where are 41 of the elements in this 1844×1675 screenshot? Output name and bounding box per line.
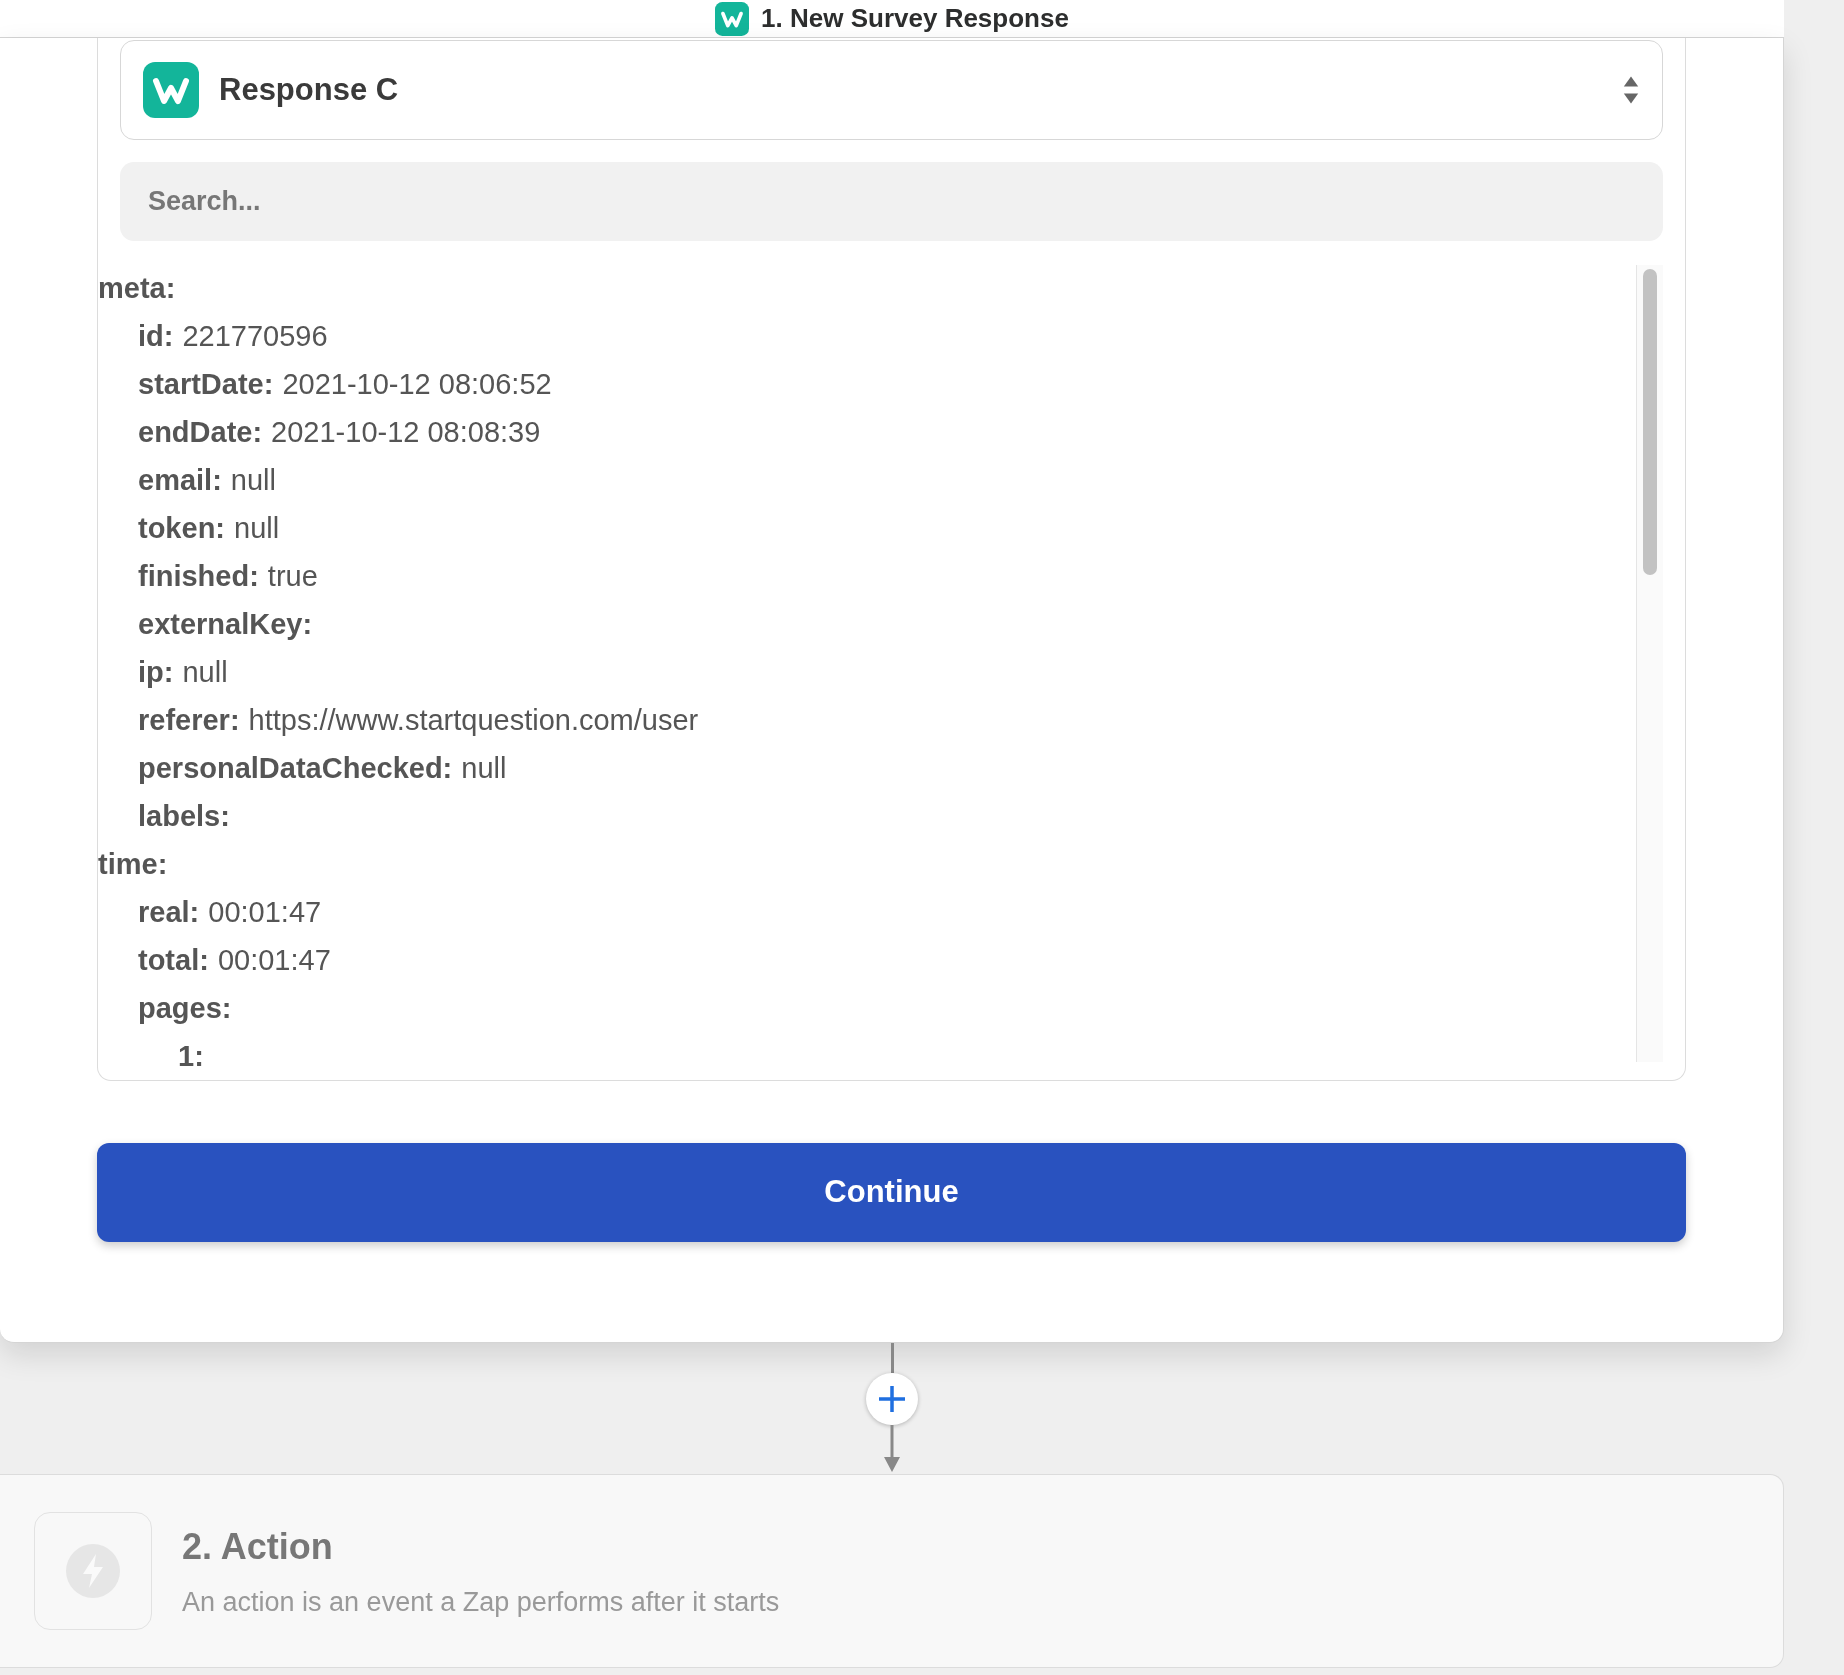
field-key: 1: [178,1035,204,1079]
field-key: endDate: [138,411,263,455]
field-key: token: [138,507,225,551]
action-step-card[interactable]: 2. Action An action is an event a Zap performs after it starts [0,1474,1784,1668]
field-key: email: [138,459,222,503]
step-title: 2. Action [182,1524,334,1569]
field-key: meta: [98,267,176,311]
field-value: 2021-10-12 08:08:39 [271,415,541,451]
field-key: id: [138,315,174,359]
field-value: true [267,559,318,595]
field-key: ip: [138,651,174,695]
field-key: real: [138,891,200,935]
field-value: 00:01:47 [208,895,322,931]
field-key: externalKey: [138,603,313,647]
field-key: pages: [138,987,232,1031]
field-value: null [182,655,228,691]
continue-button[interactable]: Continue [97,1143,1686,1242]
add-step-button[interactable] [866,1373,918,1425]
step-title: 1. New Survey Response [761,2,1069,35]
scrollbar[interactable] [1636,265,1663,1062]
field-value: null [461,751,507,787]
field-value: null [230,463,276,499]
field-key: startDate: [138,363,274,407]
field-key: labels: [138,795,230,839]
field-key: total: [138,939,209,983]
field-key: finished: [138,555,259,599]
step-description: An action is an event a Zap performs after it starts [182,1585,780,1619]
field-value: 00:01:47 [217,943,331,979]
field-value: 221770596 [182,319,328,355]
field-key: personalDataChecked: [138,747,453,791]
field-value: null [234,511,280,547]
field-value: 2021-10-12 08:06:52 [282,367,552,403]
field-value: https://www.startquestion.com/user [248,703,699,739]
field-key: referer: [138,699,240,743]
search-field[interactable]: Search... [120,162,1663,241]
app-logo-icon [143,62,199,118]
record-select[interactable]: Response C [120,40,1663,140]
field-key: time: [98,843,168,887]
sort-arrows-icon [1622,74,1640,106]
arrow-down-icon [882,1425,902,1474]
plus-icon [877,1384,907,1414]
